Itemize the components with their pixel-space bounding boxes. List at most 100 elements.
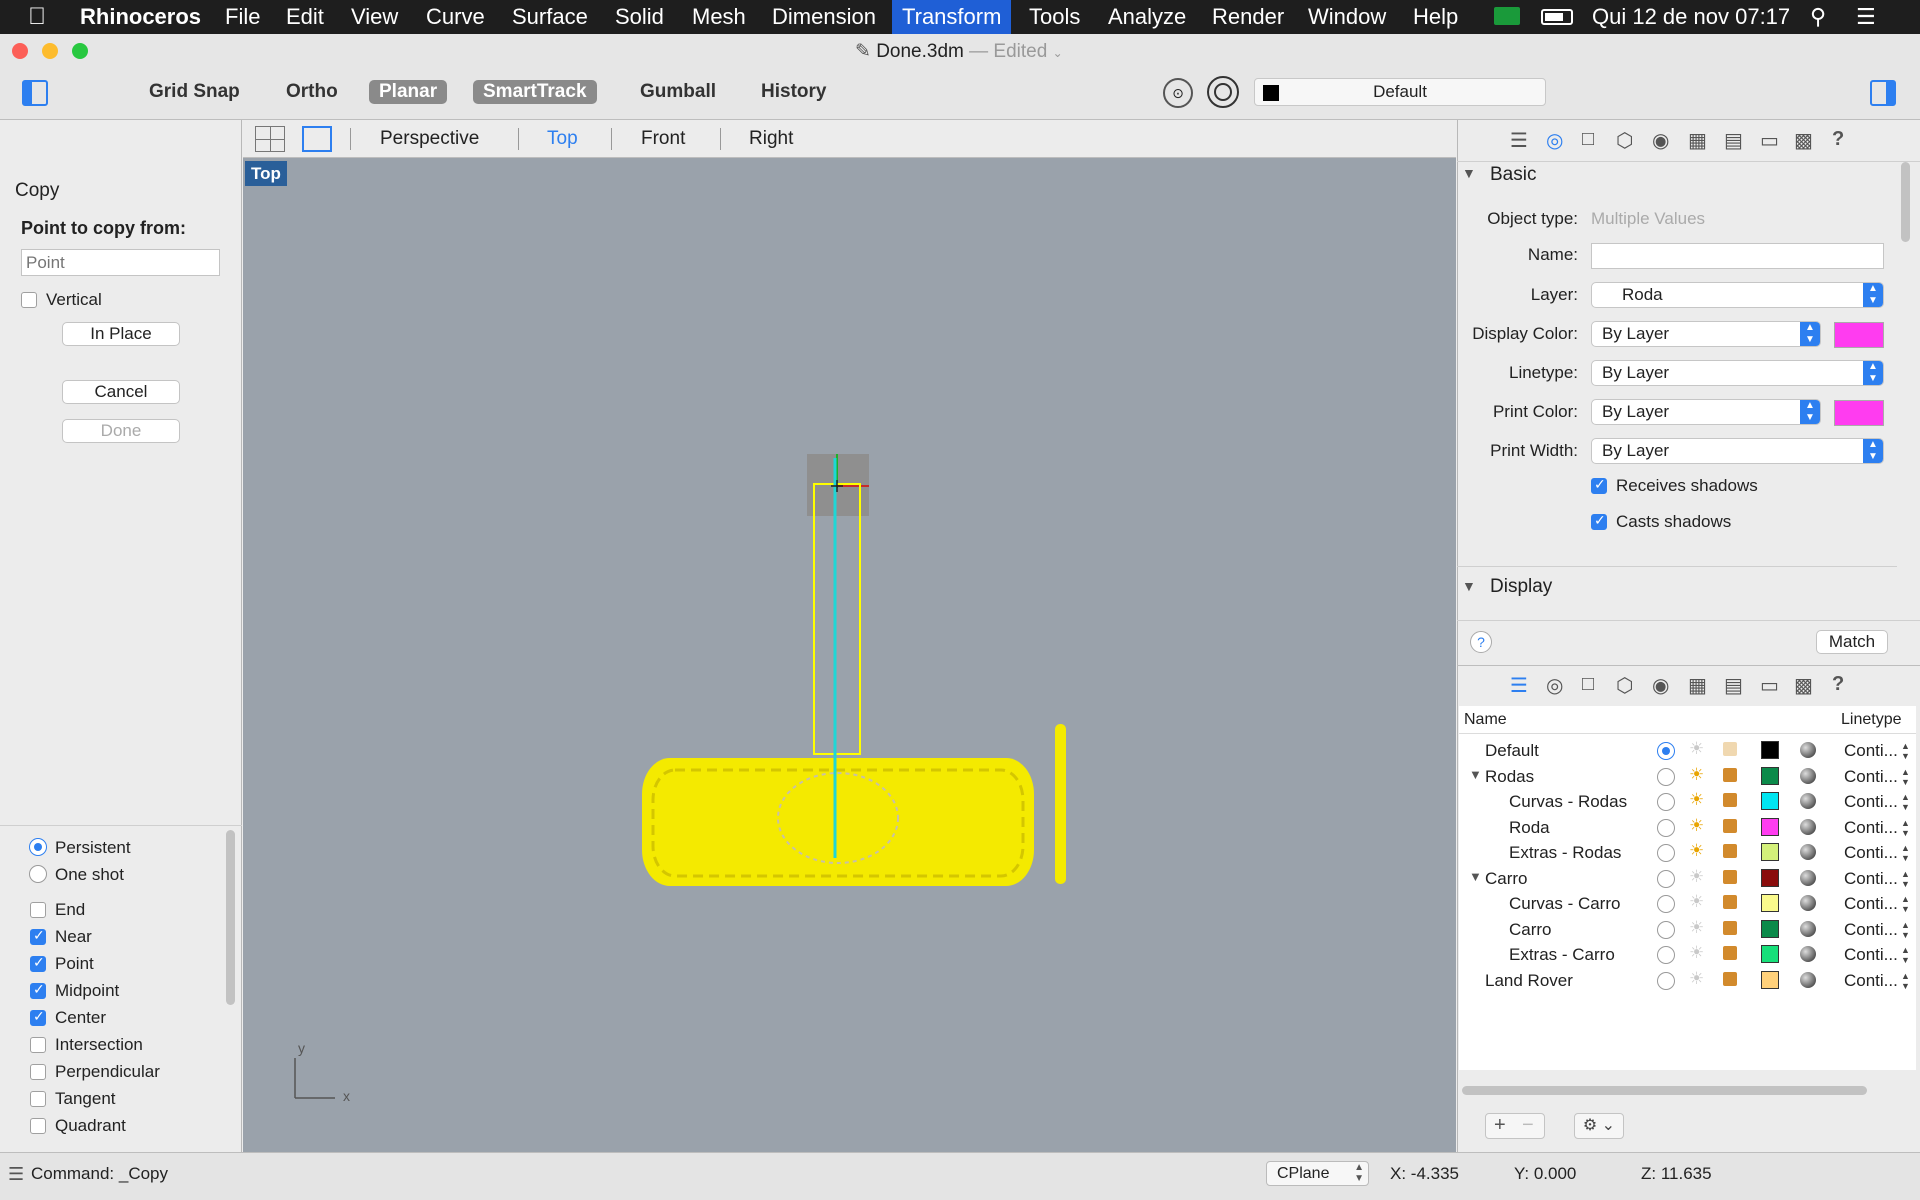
triangle-down-icon[interactable]: ▼ [1462,578,1476,594]
input-source-flag-icon[interactable] [1494,7,1520,25]
layer-row[interactable]: Curvas - Rodas ☀ Conti... ▲ ▼ [1463,790,1913,815]
document-icon[interactable]: □ [1582,128,1594,151]
material-sphere-icon[interactable] [1800,920,1816,937]
menu-view[interactable]: View [351,0,398,34]
layer-name[interactable]: Carro [1485,869,1528,889]
object-cube-icon[interactable]: ⬡ [1616,128,1633,153]
lock-icon[interactable] [1723,920,1737,935]
layer-linetype[interactable]: Conti... [1844,894,1898,914]
notification-center-icon[interactable]: ☰ [1856,0,1876,34]
osnap-scrollbar[interactable] [226,830,235,1005]
basic-section-header[interactable]: Basic [1490,164,1536,186]
perpendicular-osnap-checkbox[interactable] [30,1064,46,1080]
current-layer-radio[interactable] [1657,895,1675,913]
chevron-updown-icon[interactable]: ▲ ▼ [1901,792,1910,812]
material-sphere-icon[interactable] [1800,971,1816,988]
layer-row[interactable]: ▼ Carro ☀ Conti... ▲ ▼ [1463,867,1913,892]
layout-icon[interactable]: ▤ [1724,673,1743,698]
layer-name[interactable]: Roda [1509,818,1550,838]
camera-icon[interactable]: ◉ [1652,673,1669,698]
layer-color-swatch[interactable] [1761,843,1779,861]
linetype-select[interactable]: By Layer ▲ ▼ [1591,360,1884,386]
help-icon[interactable]: ? [1832,128,1844,151]
lock-icon[interactable] [1723,971,1737,986]
lock-icon[interactable] [1723,767,1737,782]
window-title-edited[interactable]: — Edited [969,41,1047,62]
tangent-osnap-checkbox[interactable] [30,1091,46,1107]
visibility-bulb-icon[interactable]: ☀ [1689,739,1704,759]
lock-icon[interactable] [1723,869,1737,884]
layer-row[interactable]: Extras - Carro ☀ Conti... ▲ ▼ [1463,943,1913,968]
gumball-toggle[interactable]: Gumball [630,80,726,104]
camera-icon[interactable]: ◉ [1652,128,1669,153]
layer-select[interactable]: Roda ▲ ▼ [1591,282,1884,308]
layer-row[interactable]: Land Rover ☀ Conti... ▲ ▼ [1463,969,1913,994]
material-sphere-icon[interactable] [1800,818,1816,835]
end-osnap-checkbox[interactable] [30,902,46,918]
ortho-toggle[interactable]: Ortho [276,80,348,104]
menu-window[interactable]: Window [1308,0,1386,34]
visibility-bulb-icon[interactable]: ☀ [1689,765,1704,785]
tab-front[interactable]: Front [641,128,685,150]
add-layer-button[interactable]: + [1494,1114,1506,1137]
print-color-select[interactable]: By Layer ▲ ▼ [1591,399,1821,425]
layer-linetype[interactable]: Conti... [1844,767,1898,787]
menubar-clock[interactable]: Qui 12 de nov 07:17 [1592,0,1790,34]
material-sphere-icon[interactable] [1800,793,1816,809]
name-field[interactable] [1591,243,1884,269]
grid-plane-icon[interactable]: ▦ [1688,128,1707,153]
tab-right[interactable]: Right [749,128,793,150]
display-color-select[interactable]: By Layer ▲ ▼ [1591,321,1821,347]
layer-row[interactable]: Carro ☀ Conti... ▲ ▼ [1463,918,1913,943]
properties-icon[interactable]: ◎ [1546,673,1563,698]
lock-icon[interactable] [1723,793,1737,807]
layer-linetype[interactable]: Conti... [1844,920,1898,940]
cplane-select[interactable]: CPlane ▲ ▼ [1266,1161,1369,1186]
layer-color-swatch[interactable] [1761,817,1779,836]
layer-name[interactable]: Land Rover [1485,971,1573,991]
print-color-swatch[interactable] [1834,400,1884,426]
layer-linetype[interactable]: Conti... [1844,971,1898,991]
layer-color-swatch[interactable] [1761,766,1779,785]
chevron-updown-icon[interactable]: ▲ ▼ [1901,971,1910,991]
layer-row[interactable]: Default ☀ Conti... ▲ ▼ [1463,739,1913,764]
near-osnap-checkbox[interactable] [30,927,46,945]
layer-name[interactable]: Rodas [1485,767,1534,787]
tab-top[interactable]: Top [547,128,578,150]
layer-name[interactable]: Extras - Carro [1509,945,1615,965]
four-viewports-icon[interactable] [255,126,285,152]
chevron-updown-icon[interactable]: ▲ ▼ [1901,894,1910,914]
single-viewport-icon[interactable] [302,126,332,152]
menu-transform[interactable]: Transform [892,0,1012,34]
visibility-bulb-icon[interactable]: ☀ [1689,918,1704,938]
center-osnap-checkbox[interactable] [30,1008,46,1026]
display-color-swatch[interactable] [1834,322,1884,348]
receives-shadows-checkbox[interactable] [1591,476,1607,494]
layer-name[interactable]: Curvas - Rodas [1509,792,1627,812]
display-icon[interactable]: ▩ [1794,673,1813,698]
lock-icon[interactable] [1723,844,1737,858]
disclosure-triangle-icon[interactable]: ▼ [1469,869,1482,884]
layer-linetype[interactable]: Conti... [1844,869,1898,889]
layer-linetype[interactable]: Conti... [1844,945,1898,965]
menu-mesh[interactable]: Mesh [692,0,746,34]
rectangle-icon[interactable]: ▭ [1760,128,1779,153]
quadrant-osnap-checkbox[interactable] [30,1118,46,1134]
layer-name[interactable]: Extras - Rodas [1509,843,1621,863]
layer-color-swatch[interactable] [1761,919,1779,938]
material-sphere-icon[interactable] [1800,742,1816,758]
visibility-bulb-icon[interactable]: ☀ [1689,969,1704,989]
menu-render[interactable]: Render [1212,0,1284,34]
visibility-bulb-icon[interactable]: ☀ [1689,867,1704,887]
layer-name[interactable]: Default [1485,741,1539,761]
layer-color-swatch[interactable] [1761,894,1779,912]
layer-color-swatch[interactable] [1761,945,1779,963]
current-layer-selector[interactable]: Default [1254,78,1546,106]
print-width-select[interactable]: By Layer ▲ ▼ [1591,438,1884,464]
lock-icon[interactable] [1723,946,1737,960]
triangle-down-icon[interactable]: ▼ [1462,165,1476,181]
current-layer-radio[interactable] [1657,971,1675,990]
match-button[interactable]: Match [1816,630,1888,654]
right-sidebar-toggle-icon[interactable] [1870,80,1896,106]
layer-row[interactable]: ▼ Rodas ☀ Conti... ▲ ▼ [1463,765,1913,790]
